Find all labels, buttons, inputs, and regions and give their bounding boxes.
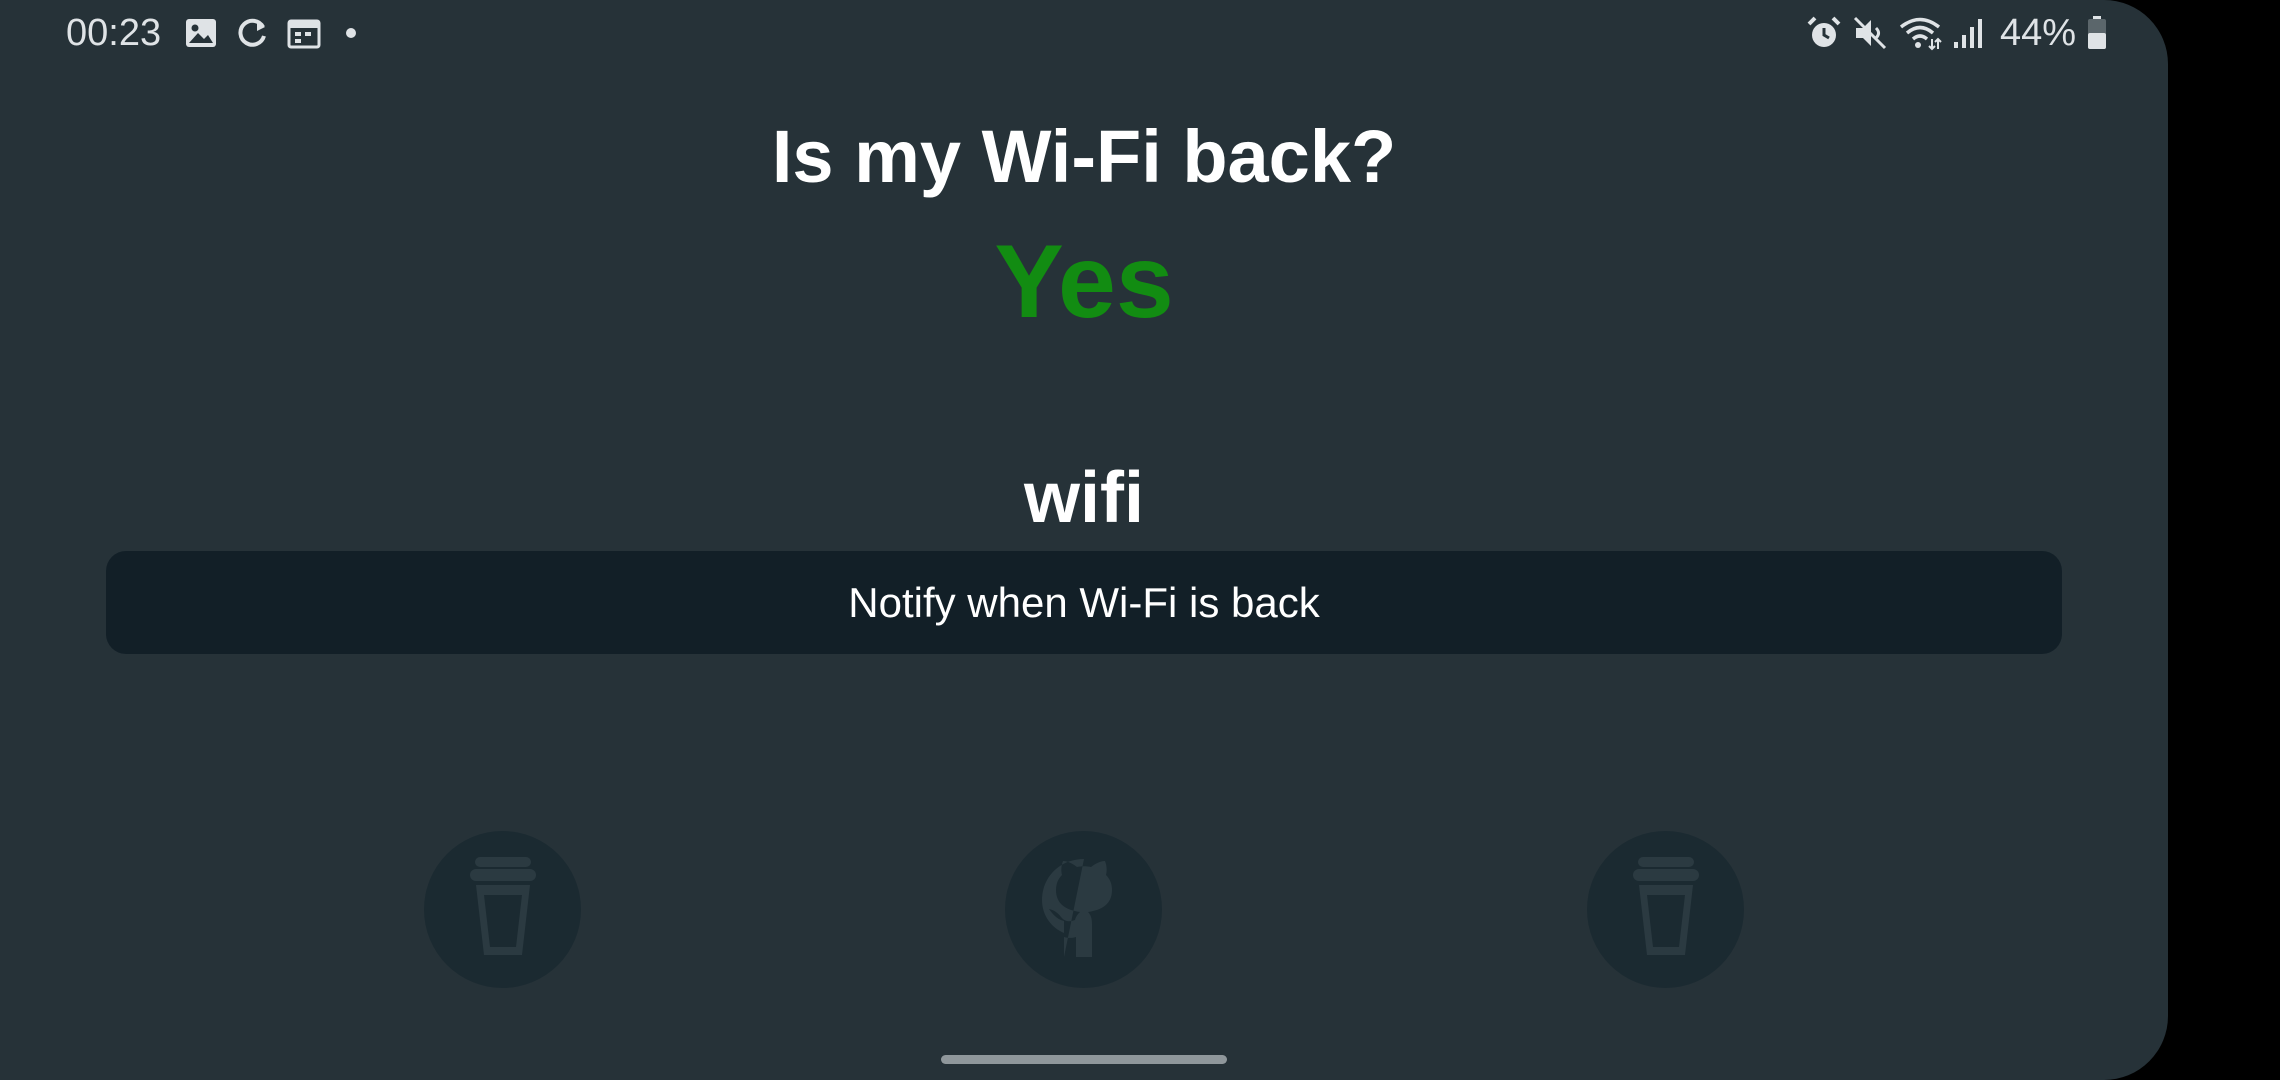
battery-icon (2086, 15, 2108, 51)
alarm-icon (1806, 15, 1842, 51)
battery-percent: 44% (1999, 11, 2076, 54)
image-icon (185, 18, 217, 48)
signal-icon (1952, 16, 1986, 50)
page-title: Is my Wi-Fi back? (771, 115, 1397, 198)
coffee-button-2[interactable] (1587, 831, 1744, 988)
github-button[interactable] (1005, 831, 1162, 988)
wifi-status-answer: Yes (994, 224, 1174, 340)
coffee-cup-icon (1629, 855, 1703, 964)
status-bar-left: 00:23 (66, 10, 363, 56)
calendar-icon (287, 17, 321, 49)
sync-icon (235, 16, 269, 50)
dot-icon (339, 27, 363, 39)
github-icon (1034, 853, 1134, 966)
status-bar-right: 44% (1806, 10, 2108, 56)
wifi-icon (1898, 15, 1942, 51)
notify-button-label: Notify when Wi-Fi is back (848, 578, 1320, 626)
app-screen: 00:23 44% Is my Wi-Fi back? Yes wifi Not… (0, 0, 2168, 1080)
home-indicator[interactable] (941, 1055, 1227, 1064)
coffee-cup-icon (466, 855, 540, 964)
coffee-button[interactable] (424, 831, 581, 988)
status-time: 00:23 (66, 11, 162, 54)
notify-button[interactable]: Notify when Wi-Fi is back (106, 551, 2062, 654)
network-name: wifi (1024, 458, 1144, 538)
mute-icon (1852, 15, 1888, 51)
